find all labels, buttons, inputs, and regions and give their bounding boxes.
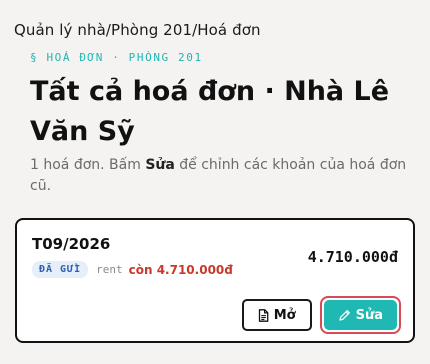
invoice-card: T09/2026 ĐÃ GỬI rent còn 4.710.000đ 4.71… — [15, 218, 415, 343]
page-title: Tất cả hoá đơn · Nhà Lê Văn Sỹ — [30, 76, 390, 147]
invoice-actions: Mở Sửa — [241, 296, 401, 334]
invoice-list-page: Quản lý nhà/Phòng 201/Hoá đơn § HOÁ ĐƠN … — [0, 0, 430, 364]
document-icon — [258, 308, 269, 322]
description-before: 1 hoá đơn. Bấm — [30, 157, 146, 173]
breadcrumb: Quản lý nhà/Phòng 201/Hoá đơn — [14, 21, 261, 39]
description-emphasis: Sửa — [145, 157, 175, 173]
open-button-label: Mở — [273, 307, 296, 323]
invoice-period: T09/2026 — [32, 235, 111, 253]
section-eyebrow: § HOÁ ĐƠN · PHÒNG 201 — [30, 51, 203, 64]
edit-button-focus-ring: Sửa — [319, 296, 401, 334]
pencil-icon — [338, 309, 351, 322]
edit-button-label: Sửa — [355, 307, 383, 323]
status-badge: ĐÃ GỬI — [32, 261, 89, 278]
invoice-total: 4.710.000đ — [307, 248, 398, 266]
invoice-item-key: rent — [96, 263, 123, 276]
edit-button[interactable]: Sửa — [323, 300, 397, 330]
invoice-meta: ĐÃ GỬI rent còn 4.710.000đ — [32, 261, 233, 278]
page-description: 1 hoá đơn. Bấm Sửa để chỉnh các khoản củ… — [30, 155, 410, 197]
open-button[interactable]: Mở — [241, 299, 312, 331]
remaining-amount: còn 4.710.000đ — [128, 262, 233, 277]
